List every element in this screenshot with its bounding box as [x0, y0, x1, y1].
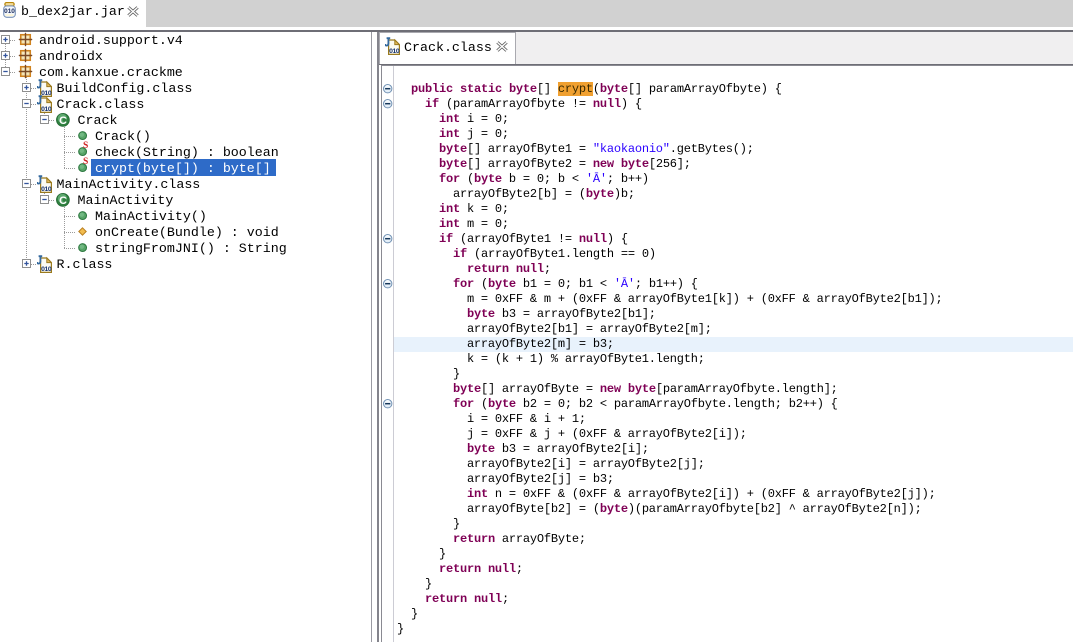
svg-text:010: 010	[41, 265, 52, 272]
svg-text:010: 010	[41, 185, 52, 192]
svg-text:010: 010	[41, 105, 52, 112]
svg-text:010: 010	[4, 8, 15, 15]
svg-text:010: 010	[389, 48, 400, 55]
